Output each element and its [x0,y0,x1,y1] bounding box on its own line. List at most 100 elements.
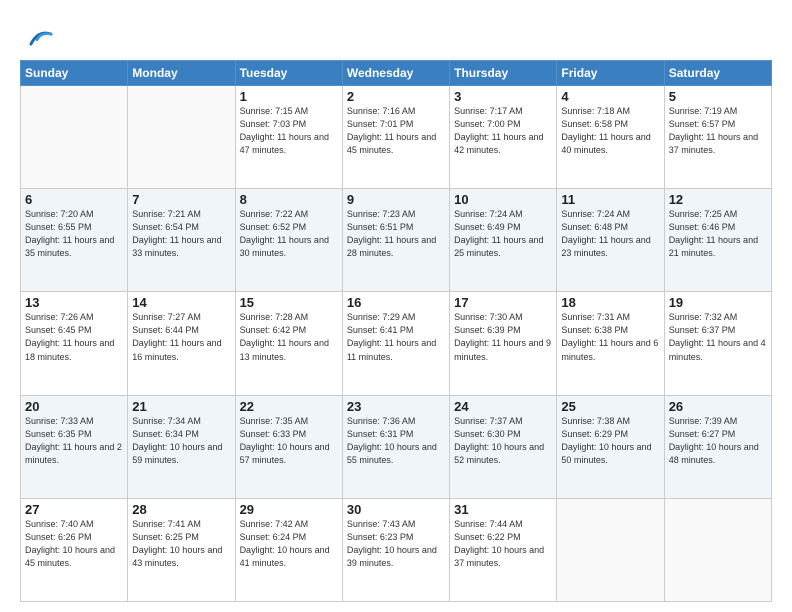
day-info: Sunrise: 7:24 AM Sunset: 6:48 PM Dayligh… [561,208,659,260]
day-number: 10 [454,192,552,207]
day-number: 25 [561,399,659,414]
calendar-cell: 1Sunrise: 7:15 AM Sunset: 7:03 PM Daylig… [235,86,342,189]
calendar-cell: 16Sunrise: 7:29 AM Sunset: 6:41 PM Dayli… [342,292,449,395]
calendar-cell: 30Sunrise: 7:43 AM Sunset: 6:23 PM Dayli… [342,498,449,601]
calendar-cell: 7Sunrise: 7:21 AM Sunset: 6:54 PM Daylig… [128,189,235,292]
calendar-cell: 8Sunrise: 7:22 AM Sunset: 6:52 PM Daylig… [235,189,342,292]
calendar-cell: 27Sunrise: 7:40 AM Sunset: 6:26 PM Dayli… [21,498,128,601]
day-number: 18 [561,295,659,310]
day-info: Sunrise: 7:18 AM Sunset: 6:58 PM Dayligh… [561,105,659,157]
day-number: 9 [347,192,445,207]
day-number: 24 [454,399,552,414]
calendar-cell: 13Sunrise: 7:26 AM Sunset: 6:45 PM Dayli… [21,292,128,395]
calendar-week-4: 20Sunrise: 7:33 AM Sunset: 6:35 PM Dayli… [21,395,772,498]
day-number: 5 [669,89,767,104]
logo-icon [23,22,53,52]
day-number: 30 [347,502,445,517]
weekday-header-row: SundayMondayTuesdayWednesdayThursdayFrid… [21,61,772,86]
calendar-cell: 31Sunrise: 7:44 AM Sunset: 6:22 PM Dayli… [450,498,557,601]
day-info: Sunrise: 7:19 AM Sunset: 6:57 PM Dayligh… [669,105,767,157]
day-info: Sunrise: 7:43 AM Sunset: 6:23 PM Dayligh… [347,518,445,570]
weekday-header-friday: Friday [557,61,664,86]
day-number: 1 [240,89,338,104]
weekday-header-saturday: Saturday [664,61,771,86]
calendar-cell: 6Sunrise: 7:20 AM Sunset: 6:55 PM Daylig… [21,189,128,292]
day-number: 12 [669,192,767,207]
day-info: Sunrise: 7:17 AM Sunset: 7:00 PM Dayligh… [454,105,552,157]
calendar-cell: 10Sunrise: 7:24 AM Sunset: 6:49 PM Dayli… [450,189,557,292]
calendar-cell: 12Sunrise: 7:25 AM Sunset: 6:46 PM Dayli… [664,189,771,292]
calendar-cell: 25Sunrise: 7:38 AM Sunset: 6:29 PM Dayli… [557,395,664,498]
calendar-cell [128,86,235,189]
day-number: 29 [240,502,338,517]
day-info: Sunrise: 7:42 AM Sunset: 6:24 PM Dayligh… [240,518,338,570]
day-number: 15 [240,295,338,310]
calendar-cell: 23Sunrise: 7:36 AM Sunset: 6:31 PM Dayli… [342,395,449,498]
day-number: 19 [669,295,767,310]
day-info: Sunrise: 7:22 AM Sunset: 6:52 PM Dayligh… [240,208,338,260]
day-info: Sunrise: 7:32 AM Sunset: 6:37 PM Dayligh… [669,311,767,363]
header [20,18,772,52]
weekday-header-wednesday: Wednesday [342,61,449,86]
day-info: Sunrise: 7:40 AM Sunset: 6:26 PM Dayligh… [25,518,123,570]
calendar-cell [664,498,771,601]
day-number: 11 [561,192,659,207]
logo [20,22,53,52]
day-info: Sunrise: 7:35 AM Sunset: 6:33 PM Dayligh… [240,415,338,467]
day-info: Sunrise: 7:25 AM Sunset: 6:46 PM Dayligh… [669,208,767,260]
day-info: Sunrise: 7:30 AM Sunset: 6:39 PM Dayligh… [454,311,552,363]
day-info: Sunrise: 7:21 AM Sunset: 6:54 PM Dayligh… [132,208,230,260]
day-info: Sunrise: 7:37 AM Sunset: 6:30 PM Dayligh… [454,415,552,467]
day-number: 27 [25,502,123,517]
calendar-cell [557,498,664,601]
day-number: 6 [25,192,123,207]
calendar-cell: 9Sunrise: 7:23 AM Sunset: 6:51 PM Daylig… [342,189,449,292]
calendar-cell: 18Sunrise: 7:31 AM Sunset: 6:38 PM Dayli… [557,292,664,395]
day-number: 4 [561,89,659,104]
day-info: Sunrise: 7:16 AM Sunset: 7:01 PM Dayligh… [347,105,445,157]
day-number: 8 [240,192,338,207]
day-number: 23 [347,399,445,414]
calendar-cell: 4Sunrise: 7:18 AM Sunset: 6:58 PM Daylig… [557,86,664,189]
day-number: 17 [454,295,552,310]
day-info: Sunrise: 7:33 AM Sunset: 6:35 PM Dayligh… [25,415,123,467]
day-number: 21 [132,399,230,414]
weekday-header-tuesday: Tuesday [235,61,342,86]
day-number: 3 [454,89,552,104]
calendar-week-3: 13Sunrise: 7:26 AM Sunset: 6:45 PM Dayli… [21,292,772,395]
calendar-cell: 3Sunrise: 7:17 AM Sunset: 7:00 PM Daylig… [450,86,557,189]
calendar-cell: 29Sunrise: 7:42 AM Sunset: 6:24 PM Dayli… [235,498,342,601]
day-info: Sunrise: 7:38 AM Sunset: 6:29 PM Dayligh… [561,415,659,467]
calendar-cell: 28Sunrise: 7:41 AM Sunset: 6:25 PM Dayli… [128,498,235,601]
calendar-cell: 2Sunrise: 7:16 AM Sunset: 7:01 PM Daylig… [342,86,449,189]
calendar-cell: 22Sunrise: 7:35 AM Sunset: 6:33 PM Dayli… [235,395,342,498]
calendar-cell: 20Sunrise: 7:33 AM Sunset: 6:35 PM Dayli… [21,395,128,498]
day-number: 20 [25,399,123,414]
day-number: 16 [347,295,445,310]
calendar-cell: 21Sunrise: 7:34 AM Sunset: 6:34 PM Dayli… [128,395,235,498]
calendar-cell: 19Sunrise: 7:32 AM Sunset: 6:37 PM Dayli… [664,292,771,395]
day-info: Sunrise: 7:26 AM Sunset: 6:45 PM Dayligh… [25,311,123,363]
calendar-week-1: 1Sunrise: 7:15 AM Sunset: 7:03 PM Daylig… [21,86,772,189]
calendar-cell [21,86,128,189]
calendar-cell: 15Sunrise: 7:28 AM Sunset: 6:42 PM Dayli… [235,292,342,395]
day-info: Sunrise: 7:15 AM Sunset: 7:03 PM Dayligh… [240,105,338,157]
day-number: 14 [132,295,230,310]
day-number: 26 [669,399,767,414]
day-info: Sunrise: 7:29 AM Sunset: 6:41 PM Dayligh… [347,311,445,363]
calendar-cell: 5Sunrise: 7:19 AM Sunset: 6:57 PM Daylig… [664,86,771,189]
day-info: Sunrise: 7:20 AM Sunset: 6:55 PM Dayligh… [25,208,123,260]
day-number: 22 [240,399,338,414]
calendar-week-5: 27Sunrise: 7:40 AM Sunset: 6:26 PM Dayli… [21,498,772,601]
day-number: 7 [132,192,230,207]
calendar-cell: 17Sunrise: 7:30 AM Sunset: 6:39 PM Dayli… [450,292,557,395]
day-info: Sunrise: 7:23 AM Sunset: 6:51 PM Dayligh… [347,208,445,260]
day-number: 31 [454,502,552,517]
day-info: Sunrise: 7:24 AM Sunset: 6:49 PM Dayligh… [454,208,552,260]
day-number: 28 [132,502,230,517]
day-info: Sunrise: 7:39 AM Sunset: 6:27 PM Dayligh… [669,415,767,467]
day-info: Sunrise: 7:41 AM Sunset: 6:25 PM Dayligh… [132,518,230,570]
day-info: Sunrise: 7:28 AM Sunset: 6:42 PM Dayligh… [240,311,338,363]
day-info: Sunrise: 7:27 AM Sunset: 6:44 PM Dayligh… [132,311,230,363]
day-info: Sunrise: 7:34 AM Sunset: 6:34 PM Dayligh… [132,415,230,467]
